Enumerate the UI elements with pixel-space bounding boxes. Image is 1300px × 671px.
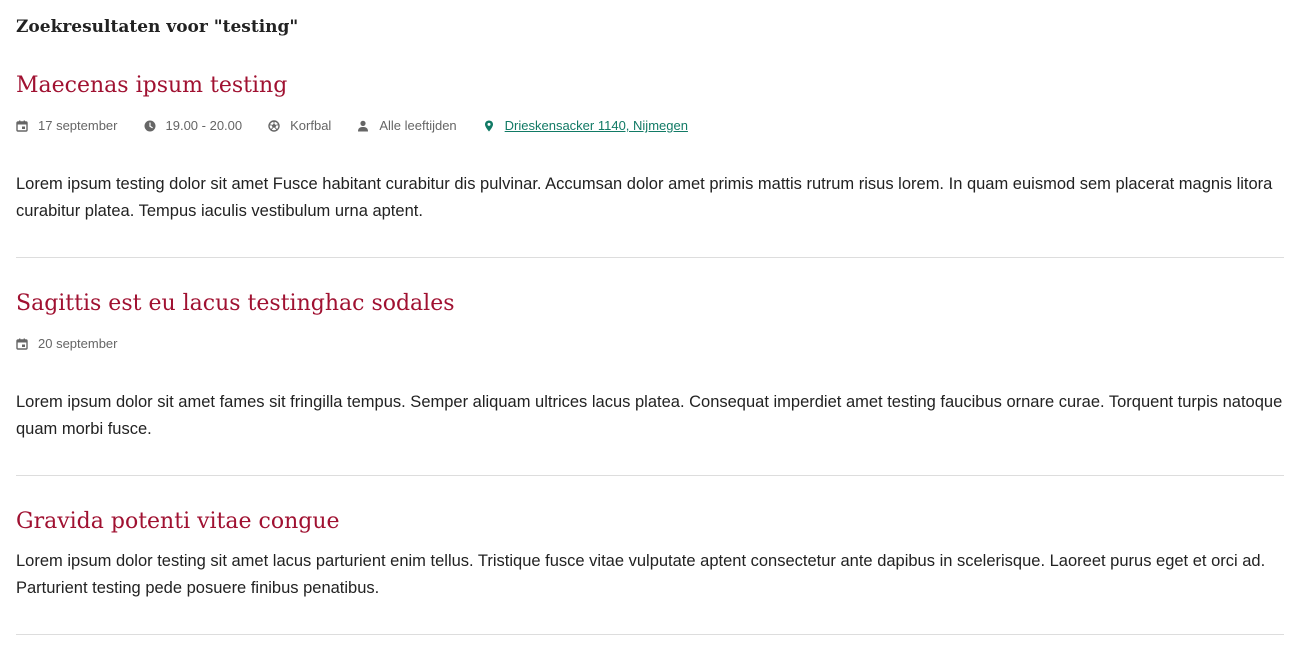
meta-age: Alle leeftijden	[357, 117, 457, 135]
search-result-item: Maecenas ipsum testing 17 september 19.0…	[16, 70, 1284, 258]
result-meta: 17 september 19.00 - 20.00 Korfbal Alle …	[16, 117, 714, 135]
result-meta: 20 september	[16, 335, 144, 353]
calendar-icon	[16, 338, 28, 350]
result-title-link[interactable]: Sagittis est eu lacus testinghac sodales	[16, 290, 455, 318]
search-results-heading: Zoekresultaten voor "testing"	[16, 17, 299, 37]
ball-icon	[268, 120, 280, 132]
result-description: Lorem ipsum dolor testing sit amet lacus…	[16, 552, 1266, 597]
meta-sport-text: Korfbal	[290, 118, 332, 133]
person-icon	[357, 120, 369, 132]
meta-time-text: 19.00 - 20.00	[165, 118, 243, 133]
search-result-item: Sagittis est eu lacus testinghac sodales…	[16, 288, 1284, 476]
meta-date-text: 17 september	[38, 118, 118, 133]
result-title-link[interactable]: Gravida potenti vitae congue	[16, 508, 340, 536]
map-pin-icon	[483, 120, 495, 132]
meta-age-text: Alle leeftijden	[379, 118, 457, 133]
location-link[interactable]: Drieskensacker 1140, Nijmegen	[505, 117, 688, 135]
result-description: Lorem ipsum dolor sit amet fames sit fri…	[16, 393, 1283, 438]
calendar-icon	[16, 120, 28, 132]
meta-time: 19.00 - 20.00	[144, 117, 243, 135]
meta-date-text: 20 september	[38, 336, 118, 351]
meta-sport: Korfbal	[268, 117, 331, 135]
result-description: Lorem ipsum testing dolor sit amet Fusce…	[16, 175, 1273, 220]
clock-icon	[144, 120, 156, 132]
meta-location: Drieskensacker 1140, Nijmegen	[483, 117, 688, 135]
meta-date: 17 september	[16, 117, 118, 135]
meta-date: 20 september	[16, 335, 118, 353]
search-result-item: Gravida potenti vitae congue Lorem ipsum…	[16, 506, 1284, 635]
result-title-link[interactable]: Maecenas ipsum testing	[16, 72, 287, 100]
